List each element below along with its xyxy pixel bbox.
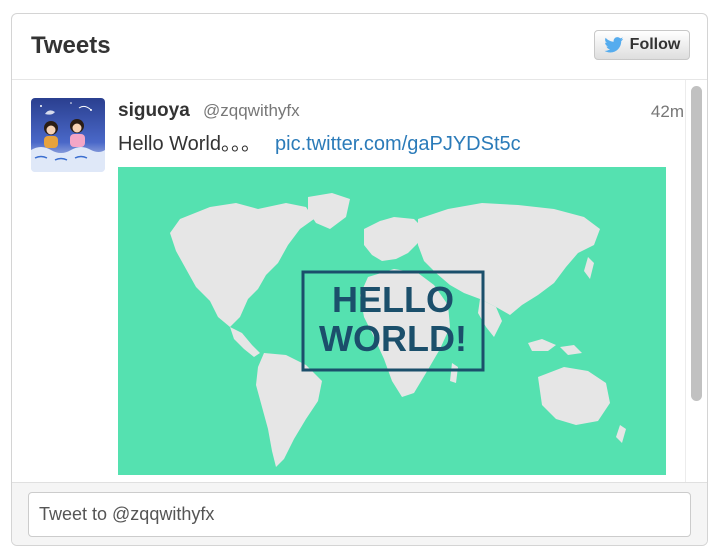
tweet-media-image[interactable]: HELLO WORLD! [118,167,666,475]
tweet-to-input[interactable] [28,492,691,537]
scrollbar[interactable] [685,80,707,482]
timeline-footer [12,482,707,545]
avatar-image [31,98,105,172]
avatar[interactable] [31,98,105,172]
media-text-line1: HELLO [332,279,454,320]
tweet-body: Hello World。。。 [118,133,261,155]
tweet-timestamp[interactable]: 42m [651,102,684,122]
twitter-bird-icon [603,37,623,53]
tweet-author-handle[interactable]: @zqqwithyfx [203,101,300,121]
timeline-header: Tweets Follow [12,14,707,80]
tweet-author-name[interactable]: siguoya [118,100,190,122]
follow-button[interactable]: Follow [594,30,690,60]
tweet-timeline-widget: Tweets Follow siguoya @zqqwithyfx 42m He… [11,13,708,546]
tweet-stream[interactable]: siguoya @zqqwithyfx 42m Hello World。。。 pi… [12,80,707,482]
media-text-line2: WORLD! [319,318,467,359]
tweet-media-link[interactable]: pic.twitter.com/gaPJYDSt5c [275,133,521,155]
timeline-title: Tweets [31,32,111,59]
follow-label: Follow [629,36,681,53]
world-map-image: HELLO WORLD! [170,193,626,467]
tweet-text: Hello World。。。 pic.twitter.com/gaPJYDSt5c [118,127,521,156]
scrollbar-thumb[interactable] [691,86,702,401]
tweet-item[interactable]: siguoya @zqqwithyfx 42m Hello World。。。 pi… [12,80,684,482]
